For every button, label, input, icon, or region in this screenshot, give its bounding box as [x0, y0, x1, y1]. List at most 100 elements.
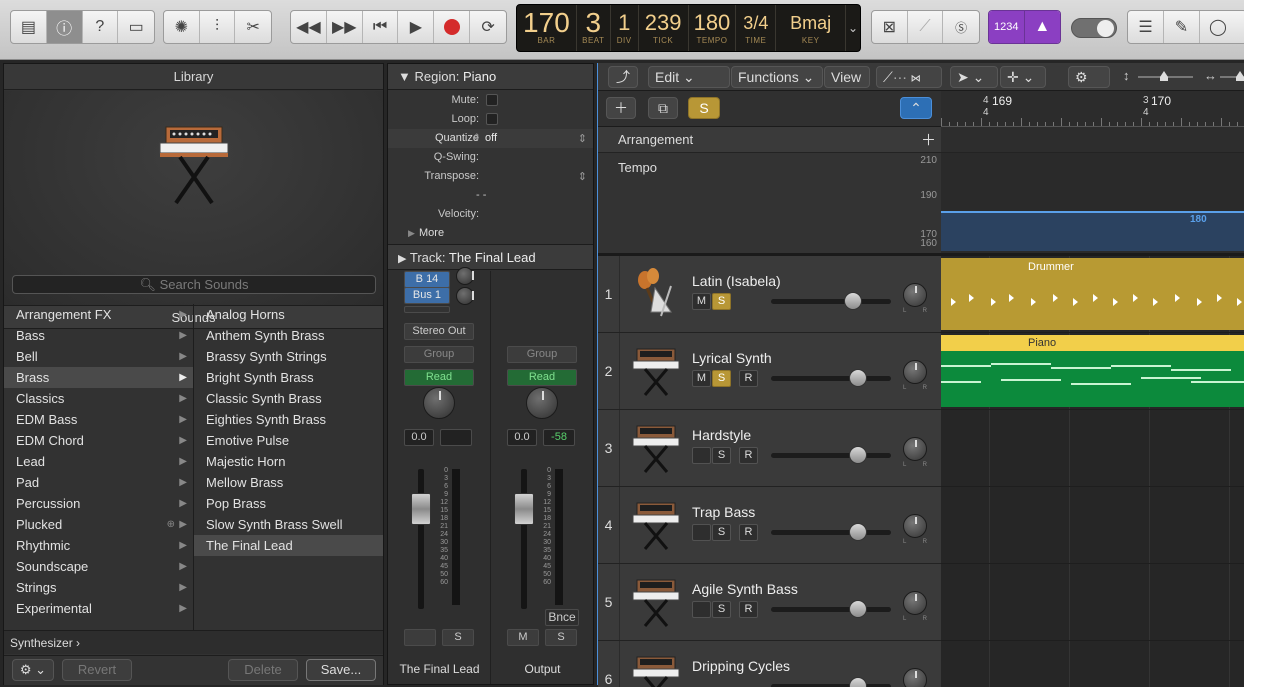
track-header[interactable]: 3 Hardstyle S R L R — [598, 410, 941, 487]
track-header[interactable]: 6Dripping CyclesLR — [598, 641, 941, 687]
go-to-start-icon[interactable]: ⏮ — [363, 11, 399, 43]
output-slot[interactable]: Stereo Out — [404, 323, 474, 340]
list-editors-icon[interactable]: ☰ — [1128, 11, 1164, 43]
patch-item[interactable]: Pop Brass — [194, 493, 383, 514]
library-icon[interactable]: ▤ — [11, 11, 47, 43]
pan-knob[interactable] — [903, 591, 927, 615]
track-lane[interactable] — [941, 487, 1244, 564]
category-item[interactable]: Pad ▶ — [4, 472, 193, 493]
record-enable-button[interactable]: R — [739, 524, 758, 541]
track-lane[interactable]: Drummer — [941, 256, 1244, 333]
record-enable-button[interactable]: R — [739, 370, 758, 387]
mute-button[interactable] — [692, 524, 711, 541]
solo-button[interactable]: S — [712, 524, 731, 541]
synth-keyboard-icon[interactable] — [631, 499, 681, 551]
patch-item[interactable]: Mellow Brass — [194, 472, 383, 493]
volume-readout[interactable]: 0.0 — [404, 429, 434, 446]
lcd-tempo[interactable]: 180 TEMPO — [689, 5, 737, 51]
toggle-switch[interactable] — [1071, 18, 1117, 38]
synth-keyboard-icon[interactable] — [631, 576, 681, 628]
category-item[interactable]: Rhythmic ▶ — [4, 535, 193, 556]
volume-fader[interactable] — [514, 493, 534, 525]
horizontal-zoom-icon[interactable]: ↔ — [1204, 68, 1217, 83]
cycle-icon[interactable]: ⟳ — [470, 11, 506, 43]
category-item[interactable]: Soundscape ▶ — [4, 556, 193, 577]
library-path[interactable]: Synthesizer › — [4, 630, 383, 654]
synth-keyboard-icon[interactable] — [631, 653, 681, 687]
category-item[interactable]: Experimental ▶ — [4, 598, 193, 619]
pan-knob[interactable] — [526, 387, 558, 419]
track-lane[interactable]: Piano — [941, 333, 1244, 410]
group-slot[interactable]: Group — [507, 346, 577, 363]
view-menu[interactable]: View ⌄ — [824, 66, 870, 105]
vertical-zoom-slider[interactable] — [1138, 71, 1193, 81]
volume-slider-thumb[interactable] — [849, 677, 867, 687]
category-item[interactable]: EDM Bass ▶ — [4, 409, 193, 430]
patch-item[interactable]: Bright Synth Brass — [194, 367, 383, 388]
category-item[interactable]: Bass ▶ — [4, 325, 193, 346]
volume-slider-thumb[interactable] — [849, 446, 867, 464]
mixer-icon[interactable]: ⫶ — [200, 11, 236, 43]
tempo-line[interactable] — [941, 211, 1244, 213]
solo-button[interactable]: S — [442, 629, 474, 646]
arrangement-lane[interactable] — [941, 127, 1244, 153]
send-slot-1[interactable]: B 14 — [404, 271, 450, 288]
delete-button[interactable]: Delete — [228, 659, 298, 681]
synth-keyboard-icon[interactable] — [631, 345, 681, 397]
loop-browser-icon[interactable]: ◯ — [1200, 11, 1236, 43]
category-item[interactable]: Bell ▶ — [4, 346, 193, 367]
category-item[interactable]: Arrangement FX ▶ — [4, 304, 193, 325]
pan-knob[interactable] — [903, 283, 927, 307]
track-name[interactable]: Dripping Cycles — [692, 658, 790, 674]
vertical-zoom-icon[interactable]: ↕ — [1123, 68, 1130, 83]
edit-menu[interactable]: Edit ⌄ — [648, 66, 730, 88]
send-knob-1[interactable] — [456, 267, 474, 285]
mute-button[interactable] — [692, 447, 711, 464]
track-header[interactable]: 4 Trap Bass S R L R — [598, 487, 941, 564]
replace-icon[interactable]: ⊠ — [872, 11, 908, 43]
more-row[interactable]: ▶ More — [388, 224, 593, 244]
search-input[interactable]: 🔍︎ Search Sounds — [12, 275, 376, 294]
add-track-icon[interactable]: ＋ — [606, 97, 636, 119]
patch-item[interactable]: Emotive Pulse — [194, 430, 383, 451]
info-icon[interactable]: ⓘ — [46, 11, 83, 43]
volume-slider[interactable] — [771, 292, 891, 310]
track-lane[interactable] — [941, 641, 1244, 687]
editors-icon[interactable]: ▭ — [118, 11, 154, 43]
help-icon[interactable]: ? — [83, 11, 119, 43]
play-icon[interactable]: ▶ — [398, 11, 435, 43]
drummer-region[interactable]: Drummer — [941, 258, 1244, 330]
percussion-icon[interactable] — [631, 268, 681, 320]
track-name[interactable]: Lyrical Synth — [692, 350, 772, 366]
mute-button[interactable]: M — [692, 370, 711, 387]
transpose-row[interactable]: Transpose: ⇕ — [388, 167, 593, 186]
send-slot-2[interactable]: Bus 1 — [404, 287, 450, 304]
send-knob-2[interactable] — [456, 287, 474, 305]
volume-fader[interactable] — [411, 493, 431, 525]
solo-button[interactable]: S — [545, 629, 577, 646]
automation-mode[interactable]: Read — [404, 369, 474, 386]
volume-slider[interactable] — [771, 523, 891, 541]
track-header[interactable]: 1 Latin (Isabela) M S L R — [598, 256, 941, 333]
track-lane[interactable] — [941, 564, 1244, 641]
scissors-icon[interactable]: ✂ — [235, 11, 271, 43]
pan-knob[interactable] — [903, 360, 927, 384]
velocity-row[interactable]: Velocity: — [388, 205, 593, 224]
pan-knob[interactable] — [903, 668, 927, 687]
lcd-key[interactable]: Bmaj KEY — [776, 5, 847, 51]
forward-icon[interactable]: ▶▶ — [327, 11, 363, 43]
pan-knob[interactable] — [903, 437, 927, 461]
track-name[interactable]: Agile Synth Bass — [692, 581, 798, 597]
category-item[interactable]: Percussion ▶ — [4, 493, 193, 514]
save-button[interactable]: Save... — [306, 659, 376, 681]
ruler[interactable]: 4 4 169 3 4 170 — [941, 91, 1244, 127]
revert-button[interactable]: Revert — [62, 659, 132, 681]
patch-item[interactable]: Classic Synth Brass — [194, 388, 383, 409]
rewind-icon[interactable]: ◀◀ — [291, 11, 327, 43]
back-arrow-icon[interactable]: ⤴ — [608, 66, 638, 88]
patch-item[interactable]: Brassy Synth Strings — [194, 346, 383, 367]
pan-knob[interactable] — [903, 514, 927, 538]
horizontal-zoom-slider[interactable] — [1220, 71, 1244, 81]
smart-controls-icon[interactable]: ✺ — [164, 11, 200, 43]
qswing-row[interactable]: Q-Swing: — [388, 148, 593, 167]
